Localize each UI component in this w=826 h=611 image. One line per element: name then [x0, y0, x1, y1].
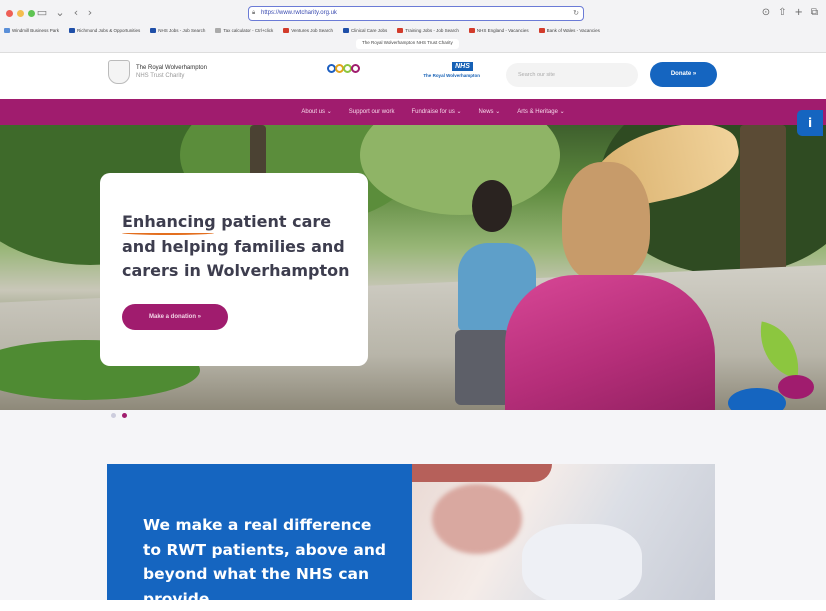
charity-logo-text[interactable]: The Royal Wolverhampton NHS Trust Charit… — [136, 64, 207, 80]
back-icon[interactable]: ‹ — [70, 7, 82, 19]
charity-name: The Royal Wolverhampton — [136, 65, 207, 71]
bookmark-item[interactable]: Bank of Wales - Vacancies — [538, 25, 600, 35]
bookmark-item[interactable]: Training Jobs - Job Search — [397, 25, 459, 35]
bookmark-icon — [397, 27, 404, 33]
dropdown-icon[interactable]: ⌄ — [54, 7, 66, 19]
make-donation-button[interactable]: Make a donation » — [122, 304, 228, 330]
new-tab-icon[interactable]: + — [794, 7, 802, 18]
window-controls — [6, 10, 35, 17]
search-input[interactable]: Search our site — [506, 63, 638, 87]
bookmark-item[interactable]: Ventures Job Search — [283, 25, 333, 35]
hero-title: Enhancing patient care and helping famil… — [122, 212, 350, 280]
close-window-icon[interactable] — [6, 10, 13, 17]
nav-item-about-us[interactable]: About us ⌄ — [301, 99, 331, 125]
nhs-logo: NHS — [452, 62, 473, 71]
bookmark-icon — [69, 27, 76, 33]
title-underline — [122, 231, 214, 235]
donate-button[interactable]: Donate » — [650, 62, 717, 87]
impact-text: We make a real difference to RWT patient… — [143, 516, 387, 608]
charity-crest-logo[interactable] — [108, 60, 130, 84]
bookmark-item[interactable]: Windmill Business Park — [4, 25, 59, 35]
nav-item-fundraise[interactable]: Fundraise for us ⌄ — [411, 99, 461, 125]
carousel-dot[interactable] — [111, 413, 116, 418]
bookmarks-bar: Windmill Business Park Richmond Jobs & O… — [4, 25, 824, 35]
bookmark-item[interactable]: Clinical Care Jobs — [343, 25, 387, 35]
download-icon[interactable]: ⊙ — [762, 7, 770, 18]
minimize-window-icon[interactable] — [17, 10, 24, 17]
toolbar-right: ⊙ ⇧ + ⧉ — [762, 7, 818, 18]
bookmark-item[interactable]: Tax calculator - Ctrl+click — [215, 25, 273, 35]
newborn-photo — [412, 464, 715, 600]
nav-item-support-our-work[interactable]: Support our work — [349, 99, 395, 125]
nhs-trust-name: The Royal Wolverhampton — [423, 73, 480, 78]
nav-item-news[interactable]: News ⌄ — [479, 99, 501, 125]
partner-rings-logo — [327, 64, 360, 73]
sidebar-icon[interactable]: ▭ — [36, 7, 48, 19]
forward-icon[interactable]: › — [84, 7, 96, 19]
tab-overview-icon[interactable]: ⧉ — [811, 7, 818, 18]
refresh-icon[interactable]: ↻ — [573, 7, 579, 20]
maximize-window-icon[interactable] — [28, 10, 35, 17]
bookmark-icon — [215, 27, 222, 33]
lock-icon: 🔒︎ — [252, 10, 256, 16]
bookmark-icon — [538, 27, 545, 33]
main-nav: About us ⌄ Support our work Fundraise fo… — [0, 99, 826, 125]
bookmark-item[interactable]: Richmond Jobs & Opportunities — [69, 25, 140, 35]
nav-item-arts-heritage[interactable]: Arts & Heritage ⌄ — [517, 99, 564, 125]
bookmark-icon — [150, 27, 157, 33]
bookmark-icon — [283, 27, 290, 33]
active-tab[interactable]: The Royal Wolverhampton NHS Trust Charit… — [356, 39, 459, 49]
share-icon[interactable]: ⇧ — [778, 7, 786, 18]
address-bar[interactable]: 🔒︎ https://www.rwtcharity.org.uk ↻ — [248, 6, 584, 21]
charity-name-sub: NHS Trust Charity — [136, 73, 185, 79]
bookmark-item[interactable]: NHS Jobs - Job Search — [150, 25, 205, 35]
accessibility-info-button[interactable]: i — [797, 110, 823, 136]
carousel-dots — [111, 413, 127, 418]
bookmark-icon — [343, 27, 349, 33]
bookmark-item[interactable]: NHS England - Vacancies — [468, 25, 529, 35]
browser-chrome: ▭ ⌄ ‹ › 🔒︎ https://www.rwtcharity.org.uk… — [0, 0, 826, 53]
tab-title: The Royal Wolverhampton NHS Trust Charit… — [362, 40, 453, 45]
carousel-dot-active[interactable] — [122, 413, 127, 418]
decorative-leaf — [778, 375, 814, 399]
bookmark-icon — [4, 27, 10, 33]
bookmark-icon — [468, 27, 475, 33]
address-bar-url: https://www.rwtcharity.org.uk — [261, 10, 337, 16]
